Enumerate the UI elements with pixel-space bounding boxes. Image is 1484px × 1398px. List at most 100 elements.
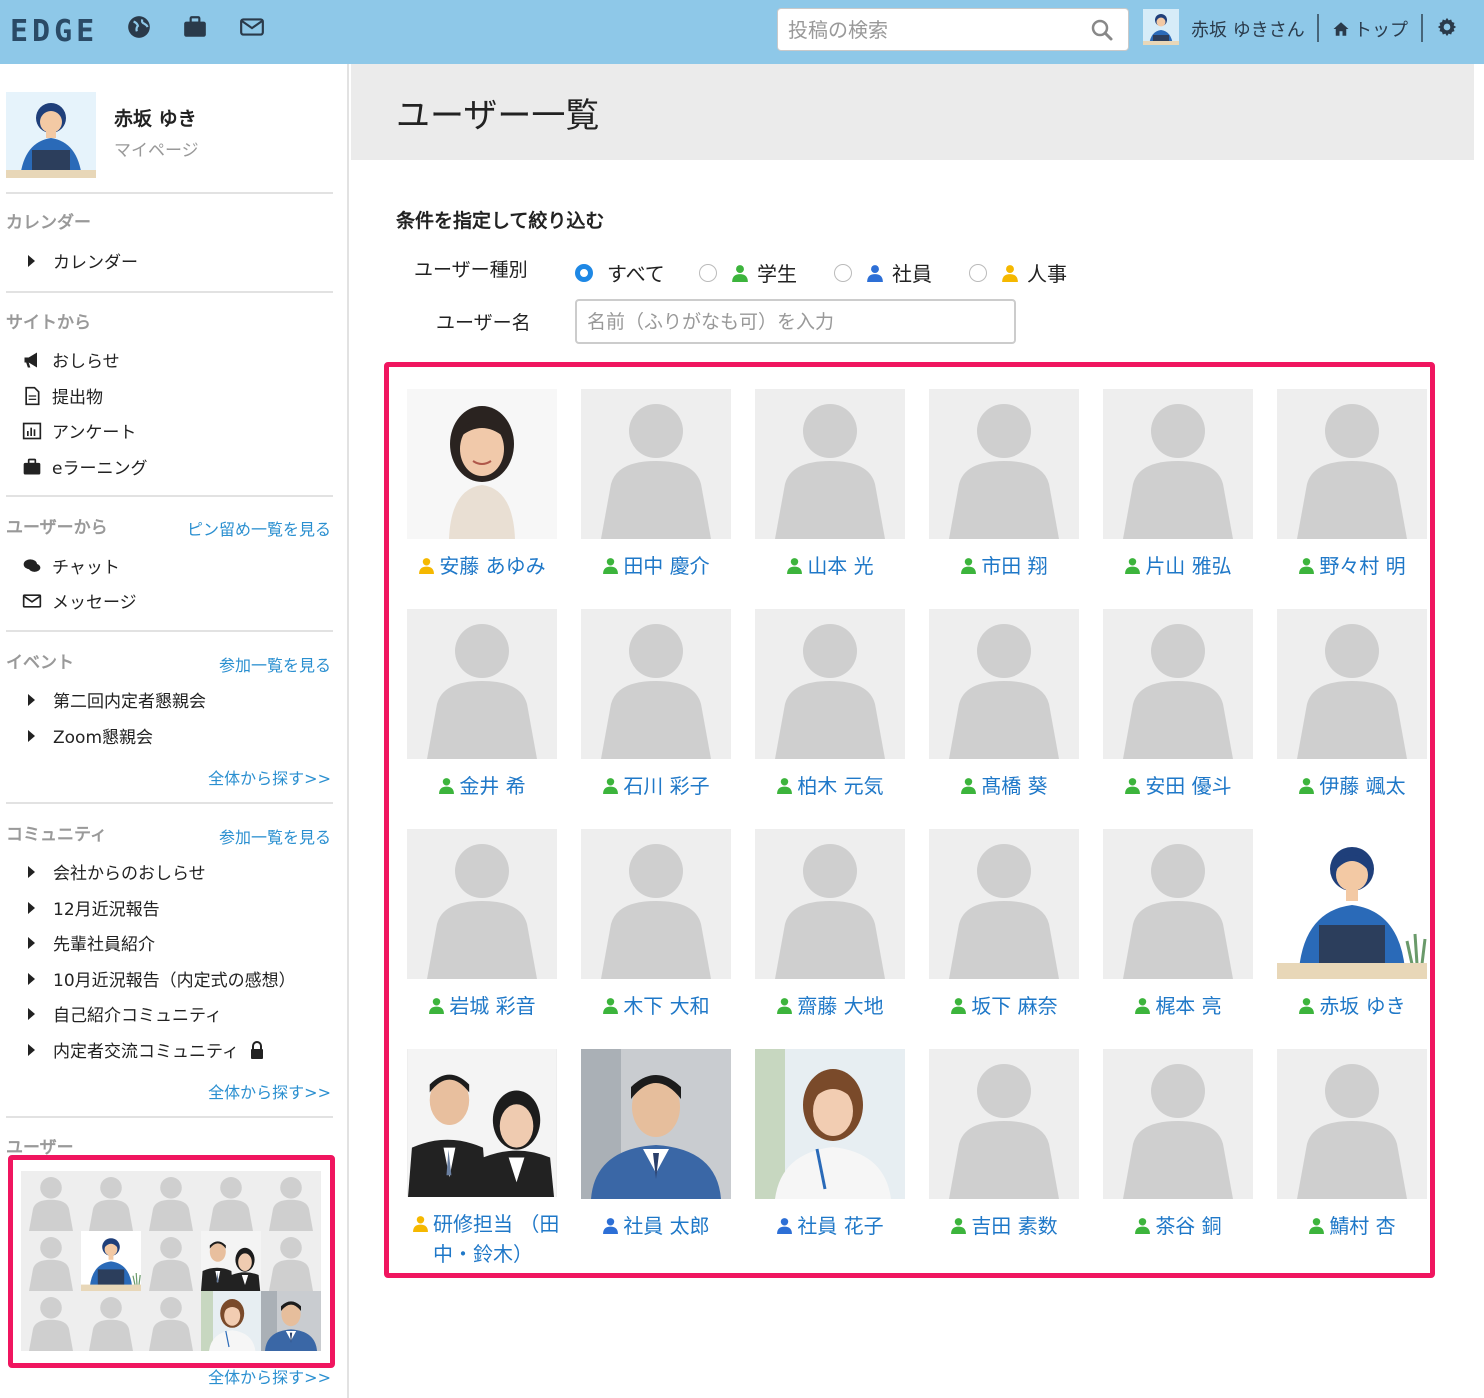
nav-calendar[interactable]: カレンダー [22, 248, 138, 273]
user-name-link[interactable]: 木下 大和 [581, 991, 731, 1021]
user-photo[interactable] [1103, 609, 1253, 759]
nav-community-4[interactable]: 10月近況報告（内定式の感想） [22, 966, 296, 991]
current-user-name[interactable]: 赤坂 ゆきさん [1191, 16, 1305, 42]
user-photo[interactable] [1103, 389, 1253, 539]
user-card[interactable]: 坂下 麻奈 [917, 829, 1091, 1049]
user-card[interactable]: 鯖村 杏 [1265, 1049, 1439, 1269]
post-search-input[interactable] [778, 9, 1078, 50]
user-name-link[interactable]: 社員 太郎 [581, 1211, 731, 1241]
sidebar-user-thumb[interactable] [21, 1291, 81, 1351]
briefcase-icon[interactable] [182, 14, 208, 40]
nav-community-3[interactable]: 先輩社員紹介 [22, 930, 155, 955]
sidebar-user-thumb[interactable] [201, 1231, 261, 1291]
user-photo[interactable] [407, 1049, 557, 1197]
user-photo[interactable] [1103, 1049, 1253, 1199]
user-name-link[interactable]: 安田 優斗 [1103, 771, 1253, 801]
user-photo[interactable] [1277, 829, 1427, 979]
user-name-link[interactable]: 片山 雅弘 [1103, 551, 1253, 581]
nav-community-6[interactable]: 内定者交流コミュニティ [22, 1037, 265, 1062]
pinned-list-link[interactable]: ピン留め一覧を見る [187, 516, 331, 540]
sidebar-user-thumb[interactable] [81, 1291, 141, 1351]
user-card[interactable]: 髙橋 葵 [917, 609, 1091, 829]
user-card[interactable]: 社員 太郎 [569, 1049, 743, 1269]
user-photo[interactable] [407, 609, 557, 759]
user-photo[interactable] [929, 389, 1079, 539]
user-card[interactable]: 研修担当 （田中・鈴木） [395, 1049, 569, 1269]
search-icon[interactable] [1090, 18, 1114, 42]
events-joined-link[interactable]: 参加一覧を見る [219, 652, 331, 676]
user-photo[interactable] [407, 389, 557, 539]
sidebar-user-thumb[interactable] [261, 1291, 321, 1351]
user-photo[interactable] [581, 389, 731, 539]
user-photo[interactable] [755, 389, 905, 539]
user-name-link[interactable]: 柏木 元気 [755, 771, 905, 801]
sidebar-user-thumb[interactable] [261, 1171, 321, 1231]
user-card[interactable]: 山本 光 [743, 389, 917, 609]
radio-hr[interactable]: 人事 [969, 258, 1067, 287]
nav-submissions[interactable]: 提出物 [22, 383, 103, 408]
user-card[interactable]: 伊藤 颯太 [1265, 609, 1439, 829]
user-name-link[interactable]: 岩城 彩音 [407, 991, 557, 1021]
user-name-link[interactable]: 坂下 麻奈 [929, 991, 1079, 1021]
sidebar-user-thumb[interactable] [141, 1231, 201, 1291]
user-photo[interactable] [755, 609, 905, 759]
sidebar-user-thumb[interactable] [201, 1291, 261, 1351]
user-card[interactable]: 柏木 元気 [743, 609, 917, 829]
mypage-link[interactable]: マイページ [114, 136, 199, 161]
nav-message[interactable]: メッセージ [22, 588, 137, 613]
radio-student[interactable]: 学生 [699, 258, 797, 287]
home-link[interactable]: トップ [1332, 16, 1408, 42]
user-card[interactable]: 安田 優斗 [1091, 609, 1265, 829]
community-joined-link[interactable]: 参加一覧を見る [219, 824, 331, 848]
user-card[interactable]: 木下 大和 [569, 829, 743, 1049]
user-name-input[interactable] [575, 299, 1016, 344]
user-photo[interactable] [581, 609, 731, 759]
sidebar-user-thumb[interactable] [81, 1231, 141, 1291]
user-name-link[interactable]: 齋藤 大地 [755, 991, 905, 1021]
user-photo[interactable] [1277, 389, 1427, 539]
user-photo[interactable] [929, 829, 1079, 979]
user-card[interactable]: 吉田 素数 [917, 1049, 1091, 1269]
user-name-link[interactable]: 野々村 明 [1277, 551, 1427, 581]
sidebar-user-thumb[interactable] [21, 1171, 81, 1231]
nav-event-1[interactable]: 第二回内定者懇親会 [22, 687, 206, 712]
sidebar-user-thumb[interactable] [141, 1291, 201, 1351]
radio-button[interactable] [699, 263, 717, 282]
user-card[interactable]: 梶本 亮 [1091, 829, 1265, 1049]
user-name-link[interactable]: 梶本 亮 [1103, 991, 1253, 1021]
user-card[interactable]: 田中 慶介 [569, 389, 743, 609]
user-photo[interactable] [929, 609, 1079, 759]
user-card[interactable]: 齋藤 大地 [743, 829, 917, 1049]
user-card[interactable]: 岩城 彩音 [395, 829, 569, 1049]
radio-button[interactable] [575, 263, 593, 282]
user-photo[interactable] [929, 1049, 1079, 1199]
sidebar-user-thumb[interactable] [141, 1171, 201, 1231]
user-card[interactable]: 石川 彩子 [569, 609, 743, 829]
user-name-link[interactable]: 田中 慶介 [581, 551, 731, 581]
user-photo[interactable] [1277, 609, 1427, 759]
user-name-link[interactable]: 伊藤 颯太 [1277, 771, 1427, 801]
sidebar-user-thumb[interactable] [21, 1231, 81, 1291]
user-name-link[interactable]: 研修担当 （田中・鈴木） [412, 1209, 562, 1269]
user-avatar[interactable] [1143, 9, 1179, 45]
radio-button[interactable] [834, 263, 852, 282]
gear-icon[interactable] [1437, 17, 1457, 37]
community-search-all-link[interactable]: 全体から探す>> [208, 1079, 331, 1103]
radio-button[interactable] [969, 263, 987, 282]
app-logo[interactable]: EDGE [10, 14, 98, 49]
user-name-link[interactable]: 鯖村 杏 [1277, 1211, 1427, 1241]
user-card[interactable]: 社員 花子 [743, 1049, 917, 1269]
user-card[interactable]: 野々村 明 [1265, 389, 1439, 609]
user-card[interactable]: 金井 希 [395, 609, 569, 829]
user-photo[interactable] [581, 1049, 731, 1199]
user-card[interactable]: 市田 翔 [917, 389, 1091, 609]
user-photo[interactable] [581, 829, 731, 979]
nav-chat[interactable]: チャット [22, 553, 120, 578]
nav-elearning[interactable]: eラーニング [22, 454, 147, 479]
radio-all[interactable]: すべて [575, 258, 665, 287]
user-card[interactable]: 安藤 あゆみ [395, 389, 569, 609]
nav-community-1[interactable]: 会社からのおしらせ [22, 859, 206, 884]
user-photo[interactable] [1103, 829, 1253, 979]
nav-event-2[interactable]: Zoom懇親会 [22, 723, 153, 748]
user-name-link[interactable]: 赤坂 ゆき [1277, 991, 1427, 1021]
